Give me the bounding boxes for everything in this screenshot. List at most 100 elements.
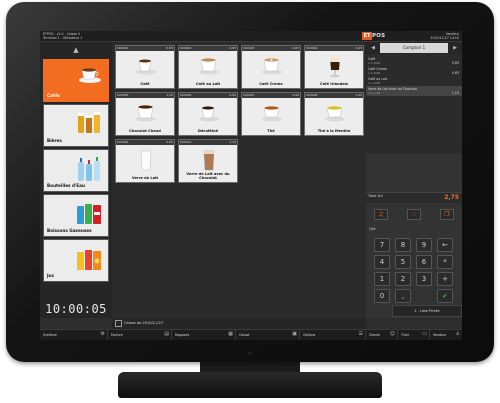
product-name: Déca­féiné bbox=[197, 129, 219, 133]
hot-chocolate-cup-icon bbox=[136, 105, 156, 122]
key-2[interactable]: 2 bbox=[395, 272, 411, 286]
logo-box: ET bbox=[362, 32, 372, 40]
order-line[interactable]: Café x 1 0,65 0,65 bbox=[366, 56, 462, 66]
key-3[interactable]: 3 bbox=[416, 272, 432, 286]
payment-list-button[interactable]: 1 - Liste Privée bbox=[392, 305, 462, 317]
gear-icon: ⚙ bbox=[100, 331, 105, 337]
soda-cans-icon bbox=[77, 204, 101, 224]
prev-ticket-button[interactable]: ◀ bbox=[367, 43, 379, 53]
category-cafes[interactable]: Cafés bbox=[43, 59, 109, 102]
order-line-qty: x 1 0,65 bbox=[368, 71, 381, 75]
order-line[interactable]: Café Crema x 1 0,65 0,65 bbox=[366, 66, 462, 76]
key-6[interactable]: 6 bbox=[416, 255, 432, 269]
key-4[interactable]: 4 bbox=[374, 255, 390, 269]
menu-systeme-button[interactable]: Système ⚙ bbox=[40, 330, 108, 340]
copy-icon[interactable]: ❐ bbox=[440, 209, 454, 220]
clients-icon: ☺ bbox=[389, 331, 395, 337]
options-icon: ☰ bbox=[358, 331, 363, 337]
category-label: Cafés bbox=[47, 93, 61, 98]
key-7[interactable]: 7 bbox=[374, 238, 390, 252]
product-name: Thé bbox=[267, 129, 275, 133]
menu-label: Clients bbox=[369, 333, 380, 337]
key-1[interactable]: 1 bbox=[374, 272, 390, 286]
category-bouteilles-eau[interactable]: Bouteilles d'Eau bbox=[43, 149, 109, 192]
product-name: Café Crema bbox=[259, 82, 283, 86]
printer-icon[interactable] bbox=[115, 320, 122, 327]
product-the-menthe[interactable]: 000008 1,25 Thé à la Menthe bbox=[304, 92, 364, 136]
header-line-2: Terminal 1 - Utilisateur 1 bbox=[43, 36, 83, 41]
irish-coffee-glass-icon bbox=[330, 57, 340, 78]
product-name: Café bbox=[140, 82, 150, 86]
product-chocolat-chaud[interactable]: 000005 1,25 Chocolat Chaud bbox=[115, 92, 175, 136]
beer-glasses-icon bbox=[78, 112, 100, 133]
menu-clients-button[interactable]: Clients ☺ bbox=[366, 330, 398, 340]
product-decafeine[interactable]: 000006 0,95 Déca­féiné bbox=[178, 92, 238, 136]
product-the[interactable]: 000007 0,90 Thé bbox=[241, 92, 301, 136]
product-name: Thé à la Menthe bbox=[317, 129, 351, 133]
order-line[interactable]: Café au Lait x 1 0,65 bbox=[366, 76, 462, 86]
menu-vendeur-button[interactable]: Vendeur ♙ bbox=[430, 330, 462, 340]
ticket-selector[interactable]: Comptoir 1 bbox=[380, 43, 448, 53]
key-0[interactable]: 0 bbox=[374, 289, 390, 303]
quantity-label: Qté bbox=[369, 227, 376, 231]
key-5[interactable]: 5 bbox=[395, 255, 411, 269]
logo-text: POS bbox=[372, 33, 386, 39]
menu-options-button[interactable]: Options ☰ bbox=[300, 330, 366, 340]
product-cafe-au-lait[interactable]: 000002 0,65 Café au Lait bbox=[178, 45, 238, 89]
mint-tea-cup-icon bbox=[325, 106, 345, 122]
key-confirm[interactable]: ✔ bbox=[437, 289, 453, 303]
drawer-icon: ▭ bbox=[422, 331, 427, 337]
milk-glass-icon bbox=[140, 150, 152, 171]
key-backspace[interactable]: ← bbox=[437, 238, 453, 252]
header-info-left: ETPOS - v1.0 - Caisse 2 Terminal 1 - Uti… bbox=[43, 32, 82, 41]
category-column: ▲ Cafés Bières Bouteilles d'Eau Boissons… bbox=[40, 42, 112, 318]
product-code: 000007 bbox=[243, 93, 255, 97]
key-8[interactable]: 8 bbox=[395, 238, 411, 252]
product-cafe-irlandais[interactable]: 000004 0,65 Café Irlandais bbox=[304, 45, 364, 89]
hand-icon[interactable]: ☞ bbox=[407, 209, 421, 220]
menu-label: Vendeur bbox=[433, 333, 447, 337]
product-name: Café Irlandais bbox=[319, 82, 348, 86]
order-line-amount: 1,10 bbox=[451, 91, 459, 95]
pos-screen: ETPOS - v1.0 - Caisse 2 Terminal 1 - Uti… bbox=[40, 31, 462, 340]
total-bar: Total #4 2,75 bbox=[366, 192, 462, 203]
order-line-selected[interactable]: Verre de Lait avec du Chocolat x 1 1,10 … bbox=[366, 86, 462, 96]
product-verre-de-lait[interactable]: 000009 0,65 Verre de Lait bbox=[115, 139, 175, 183]
product-price: 0,65 bbox=[166, 140, 173, 144]
menu-rapports-button[interactable]: Rapports ▦ bbox=[172, 330, 236, 340]
key-comma[interactable]: , bbox=[395, 289, 411, 303]
key-plus[interactable]: + bbox=[437, 272, 453, 286]
product-name: Chocolat Chaud bbox=[129, 129, 161, 133]
category-scroll-up-button[interactable]: ▲ bbox=[40, 42, 112, 59]
order-line-amount: 0,65 bbox=[451, 71, 459, 75]
user-icon: ♙ bbox=[455, 331, 460, 337]
product-code: 000009 bbox=[117, 140, 129, 144]
category-boissons-gazeuses[interactable]: Boissons Gazeuses bbox=[43, 194, 109, 237]
chocolate-milk-glass-icon bbox=[203, 150, 215, 171]
product-code: 000010 bbox=[180, 140, 192, 144]
key-9[interactable]: 9 bbox=[416, 238, 432, 252]
clock-display: 10:00:05 bbox=[45, 302, 107, 316]
product-cafe[interactable]: 000001 0,65 Café bbox=[115, 45, 175, 89]
total-label: Total #4 bbox=[368, 194, 383, 198]
menu-caisse-button[interactable]: Caisse ▣ bbox=[236, 330, 300, 340]
bell-icon[interactable]: ♫ bbox=[374, 209, 388, 220]
product-lait-chocolat[interactable]: 000010 1,10 Verre de Lait avec du Chocol… bbox=[178, 139, 238, 183]
water-bottles-icon bbox=[78, 157, 100, 181]
product-name: Verre de Lait avec du Chocolat bbox=[186, 172, 230, 180]
product-code: 000004 bbox=[306, 46, 318, 50]
bottom-menu: Système ⚙ Facture ▤ Rapports ▦ Caisse ▣ … bbox=[40, 329, 462, 340]
product-grid: 000001 0,65 Café 000002 0,65 Café au Lai… bbox=[112, 42, 366, 318]
product-price: 0,65 bbox=[292, 46, 299, 50]
header-datetime: 2010/11/27 14:10 bbox=[430, 36, 459, 41]
product-code: 000006 bbox=[180, 93, 192, 97]
category-jus[interactable]: Jus bbox=[43, 239, 109, 282]
next-ticket-button[interactable]: ▶ bbox=[449, 43, 461, 53]
category-bieres[interactable]: Bières bbox=[43, 104, 109, 147]
menu-facture-button[interactable]: Facture ▤ bbox=[108, 330, 172, 340]
menu-tiroir-button[interactable]: Tiroir ▭ bbox=[398, 330, 430, 340]
product-name: Verre de Lait bbox=[131, 176, 159, 180]
key-multiply[interactable]: * bbox=[437, 255, 453, 269]
product-cafe-crema[interactable]: 000003 0,65 Café Crema bbox=[241, 45, 301, 89]
cappuccino-cup-icon bbox=[262, 58, 282, 75]
